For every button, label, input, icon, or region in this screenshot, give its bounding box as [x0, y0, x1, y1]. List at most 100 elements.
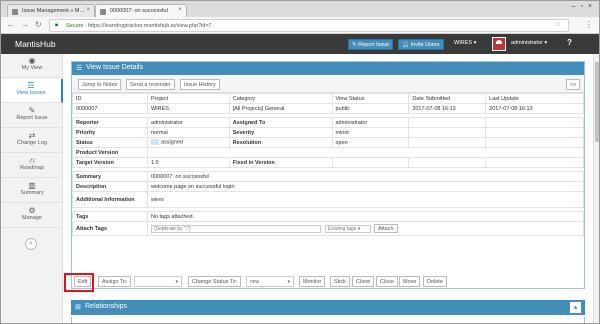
change-status-button[interactable]: Change Status To:	[188, 276, 242, 287]
issue-last-update: 2017-07-08 16:13	[485, 103, 584, 114]
brand-logo[interactable]: MantisHub	[15, 39, 56, 49]
table-header: ID	[72, 93, 148, 104]
invite-users-label: Invite Users	[410, 42, 440, 48]
table-row: Description welcome page on successful l…	[72, 181, 585, 192]
close-tab-icon[interactable]: ×	[86, 7, 90, 13]
sidebar-item-label: Roadmap	[20, 165, 44, 171]
table-row: Additional Information wires	[72, 191, 585, 208]
gears-icon: ⚙	[28, 206, 36, 215]
forward-icon[interactable]: →	[21, 20, 29, 29]
field-label: Resolution	[228, 137, 333, 148]
send-reminder-button[interactable]: Send a reminder	[126, 79, 175, 90]
table-row: Target Version 1.0 Fixed in Version	[72, 157, 584, 168]
panel-header: ☰ View Issue Details	[72, 62, 584, 75]
sidebar-item-report-issue[interactable]: ✎ Report Issue	[1, 104, 63, 128]
tags-value: No tags attached.	[146, 211, 585, 222]
relationships-panel	[71, 317, 585, 323]
monitor-button[interactable]: Monitor	[299, 276, 326, 287]
address-bar: ← → ↻ 🔒︎ Secure | https://learnbugtracke…	[1, 17, 599, 34]
severity-value: minor	[331, 127, 410, 138]
chevron-down-icon: ▾	[473, 40, 477, 46]
jump-to-notes-button[interactable]: Jump to Notes	[78, 79, 122, 90]
browser-menu-icon[interactable]: ⋮	[585, 20, 593, 29]
sidebar-item-summary[interactable]: ▥ Summary	[1, 179, 63, 203]
field-label: Severity	[228, 127, 333, 138]
url-text: https://learnbugtracker.mantishub.io/vie…	[87, 23, 212, 29]
sidebar-item-my-view[interactable]: ◉ My View	[1, 54, 63, 78]
empty-cell	[408, 117, 487, 128]
sidebar-item-label: View Issues	[16, 90, 46, 96]
lock-icon: 🔒︎	[55, 22, 59, 28]
table-row: Reporter administrator Assigned To admin…	[72, 117, 584, 128]
avatar[interactable]	[492, 37, 506, 51]
sidebar-item-view-issues[interactable]: ☰ View Issues	[1, 79, 63, 103]
table-header-row: ID Project Category View Status Date Sub…	[72, 93, 584, 104]
bookmark-star-icon[interactable]: ☆	[555, 20, 561, 28]
issue-details-panel: ☰ View Issue Details Jump to Notes Send …	[71, 61, 585, 289]
table-header: Last Update	[485, 93, 584, 104]
reload-icon[interactable]: ↻	[35, 20, 42, 29]
project-selector[interactable]: WIRES ▾	[454, 40, 476, 46]
existing-tags-select[interactable]: Existing tags ▾	[324, 225, 371, 233]
panel-title: View Issue Details	[86, 64, 144, 71]
report-issue-label: Report Issue	[358, 42, 390, 48]
attach-button[interactable]: Attach	[373, 224, 398, 233]
chevron-down-icon: ▾	[175, 279, 178, 285]
bar-chart-icon: ▥	[28, 181, 36, 190]
tag-input[interactable]: (Seperate by ",")	[150, 225, 321, 233]
issue-history-button[interactable]: Issue History	[180, 79, 220, 90]
user-menu[interactable]: administrator ▾	[511, 40, 547, 46]
project-label: WIRES	[454, 40, 473, 46]
clone-button[interactable]: Clone	[352, 276, 375, 287]
delete-button[interactable]: Delete	[423, 276, 447, 287]
status-select[interactable]: new ▾	[246, 276, 294, 287]
edit-highlight-box	[64, 273, 94, 292]
status-value: assigned	[160, 139, 183, 146]
scrollbar-thumb[interactable]	[595, 62, 599, 142]
table-row: Status assigned Resolution open	[72, 137, 584, 148]
list-icon: ☰	[27, 81, 35, 90]
panel-toolbar: Jump to Notes Send a reminder Issue Hist…	[72, 75, 584, 93]
chevron-down-icon: ▾	[544, 40, 548, 46]
issue-category: [All Projects] General	[228, 103, 333, 114]
sidebar-item-roadmap[interactable]: ⛙ Roadmap	[1, 154, 63, 178]
table-header: Category	[228, 93, 333, 104]
prev-issue-button[interactable]: <<	[566, 79, 581, 90]
assign-to-button[interactable]: Assign To:	[98, 276, 132, 287]
close-button[interactable]: Close	[376, 276, 399, 287]
table-row: Summary 0000007: on successful	[72, 171, 585, 182]
invite-users-button[interactable]: 👤︎ Invite Users	[398, 39, 444, 50]
close-tab-icon[interactable]: ×	[178, 7, 182, 13]
back-icon[interactable]: ←	[7, 20, 15, 29]
sidebar-item-manage[interactable]: ⚙ Manage	[1, 204, 63, 228]
existing-tags-label: Existing tags	[327, 226, 357, 232]
report-issue-button[interactable]: ✎ Report Issue	[348, 39, 394, 50]
field-label: Reporter	[72, 117, 148, 128]
table-row: Tags No tags attached.	[72, 211, 585, 222]
empty-cell	[485, 127, 584, 138]
move-button[interactable]: Move	[399, 276, 421, 287]
secure-label: Secure	[66, 23, 84, 29]
url-field[interactable]: 🔒︎ Secure | https://learnbugtracker.mant…	[49, 19, 569, 32]
relationships-header[interactable]: ⊞ Relationships ▴	[71, 300, 585, 315]
user-label: administrator	[511, 40, 543, 46]
field-label: Fixed in Version	[228, 157, 333, 168]
scrollbar[interactable]	[593, 54, 599, 323]
chevron-up-icon[interactable]: ▴	[570, 302, 581, 313]
table-header: View Status	[331, 93, 410, 104]
empty-cell	[485, 157, 584, 168]
action-bar: Edit Assign To: ▾ Change Status To: new ▾…	[72, 274, 584, 289]
field-label: Additional Information	[72, 191, 148, 208]
browser-tab-issue-management[interactable]: Issue Management » M… ×	[7, 4, 95, 17]
assign-to-select[interactable]: ▾	[134, 276, 182, 287]
field-label: Priority	[72, 127, 148, 138]
field-label: Tags	[72, 211, 148, 222]
stick-button[interactable]: Stick	[330, 276, 350, 287]
browser-window: Issue Management » M… × 0000007: on succ…	[0, 0, 600, 324]
sidebar-item-change-log[interactable]: ⇄ Change Log	[1, 129, 63, 153]
collapse-sidebar-icon[interactable]: «	[25, 238, 37, 250]
table-row: Product Version	[72, 147, 585, 158]
window-controls[interactable]: –▫×	[572, 3, 597, 10]
browser-tab-issue[interactable]: 0000007: on successful ×	[95, 4, 187, 17]
help-icon[interactable]: ?	[567, 38, 572, 47]
